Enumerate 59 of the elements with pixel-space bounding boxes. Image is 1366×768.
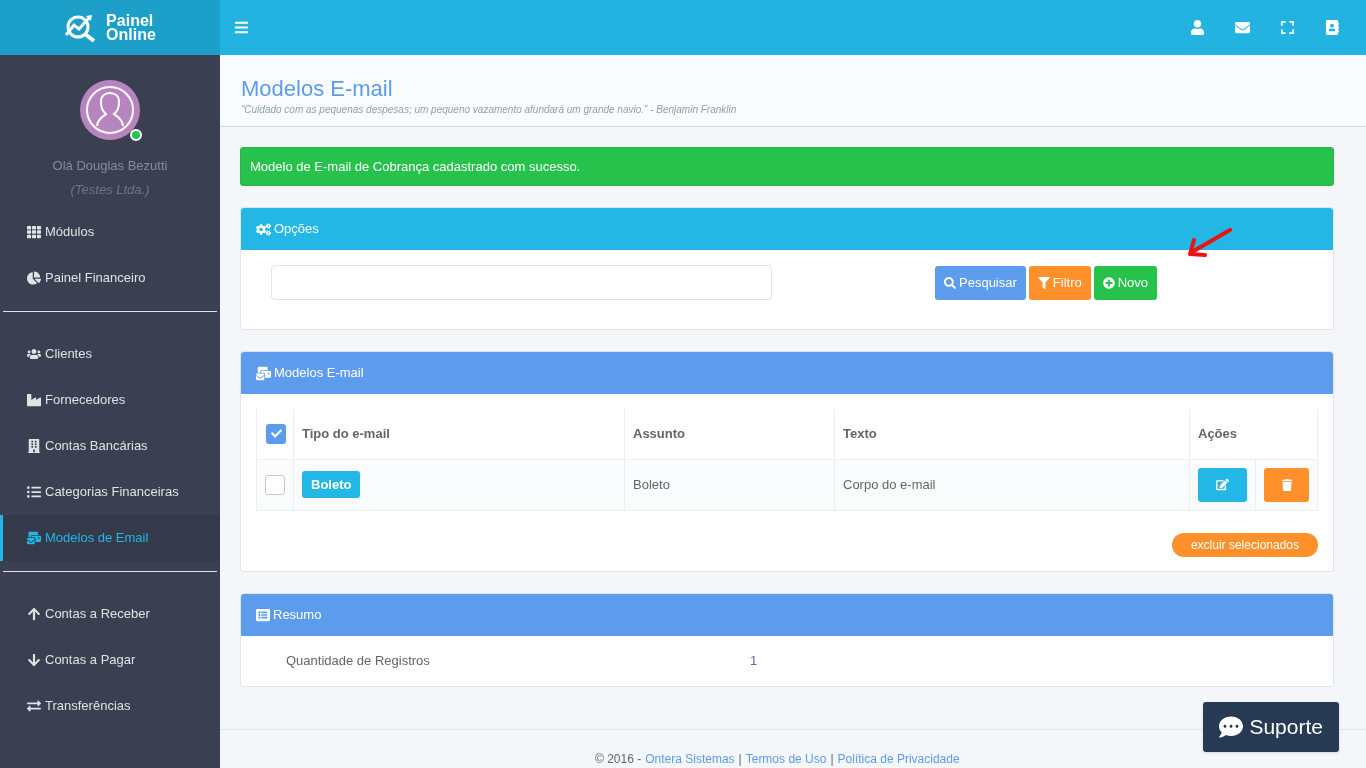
- table-cell: Corpo do e-mail: [834, 459, 1190, 510]
- avatar-icon: [80, 80, 140, 140]
- sidebar-item[interactable]: Transferências: [0, 683, 220, 729]
- sidebar-item[interactable]: Modelos de Email: [0, 515, 220, 561]
- page-title: Modelos E-mail: [241, 76, 394, 102]
- list-icon: [27, 485, 41, 499]
- sidebar-item[interactable]: Contas a Pagar: [0, 637, 220, 683]
- checkbox[interactable]: [266, 423, 286, 444]
- success-alert: Modelo de E-mail de Cobrança cadastrado com sucesso.: [240, 147, 1334, 186]
- table-cell: Boleto: [624, 459, 835, 510]
- user-icon[interactable]: [1190, 20, 1205, 35]
- sidebar-item[interactable]: Painel Financeiro: [0, 255, 220, 301]
- trash-icon: [1280, 478, 1293, 491]
- mail-stack-icon: [256, 365, 271, 381]
- factory-icon: [27, 393, 41, 407]
- fullscreen-icon[interactable]: [1280, 20, 1295, 35]
- separator: |: [830, 751, 834, 768]
- grid-icon: [27, 225, 41, 239]
- arrow-annotation: [1186, 228, 1234, 258]
- users-icon: [27, 347, 41, 361]
- sidebar-item[interactable]: Módulos: [0, 209, 220, 255]
- sidebar-item[interactable]: Categorias Financeiras: [0, 469, 220, 515]
- transfer-arrows-icon: [27, 699, 41, 713]
- logo-text: Online: [106, 27, 156, 42]
- type-tag: Boleto: [302, 470, 361, 499]
- panel-title: Resumo: [273, 606, 322, 625]
- delete-button[interactable]: [1264, 467, 1309, 502]
- address-book-icon[interactable]: [1325, 20, 1340, 35]
- sidebar-item[interactable]: Contas Bancárias: [0, 423, 220, 469]
- logo-text: Painel: [106, 13, 154, 28]
- mail-stack-icon: [27, 531, 41, 545]
- edit-button[interactable]: [1198, 467, 1247, 502]
- user-greeting: Olá Douglas Bezutti: [52, 157, 168, 175]
- filter-icon: [1037, 276, 1050, 289]
- checkbox[interactable]: [265, 474, 285, 495]
- arrow-up-icon: [27, 607, 41, 621]
- envelope-icon[interactable]: [1235, 20, 1250, 35]
- copyright-text: © 2016 -: [595, 751, 642, 768]
- summary-value: 1: [750, 652, 758, 671]
- panel-title: Opções: [274, 220, 319, 239]
- building-icon: [27, 439, 41, 453]
- summary-label: Quantidade de Registros: [285, 652, 431, 671]
- menu-icon[interactable]: [234, 20, 249, 35]
- arrow-down-icon: [27, 653, 41, 667]
- gears-icon: [256, 221, 271, 237]
- check-icon: [270, 428, 282, 440]
- page-quote: “Cuidado com as pequenas despesas; um pequeno vazamento afundará um grande navio.” - Benjamin Franklin: [241, 103, 738, 117]
- chat-bubble-icon: [1219, 715, 1244, 739]
- sidebar-item[interactable]: Clientes: [0, 331, 220, 377]
- list-icon: [256, 608, 270, 622]
- support-button[interactable]: Suporte: [1203, 702, 1339, 752]
- search-icon: [944, 276, 956, 289]
- edit-icon: [1216, 478, 1229, 491]
- sidebar-item[interactable]: Fornecedores: [0, 377, 220, 423]
- search-field[interactable]: [271, 265, 772, 300]
- separator: |: [738, 751, 742, 768]
- panel-title: Modelos E-mail: [274, 364, 364, 383]
- sidebar-item[interactable]: Contas a Receber: [0, 591, 220, 637]
- pie-chart-icon: [27, 271, 41, 285]
